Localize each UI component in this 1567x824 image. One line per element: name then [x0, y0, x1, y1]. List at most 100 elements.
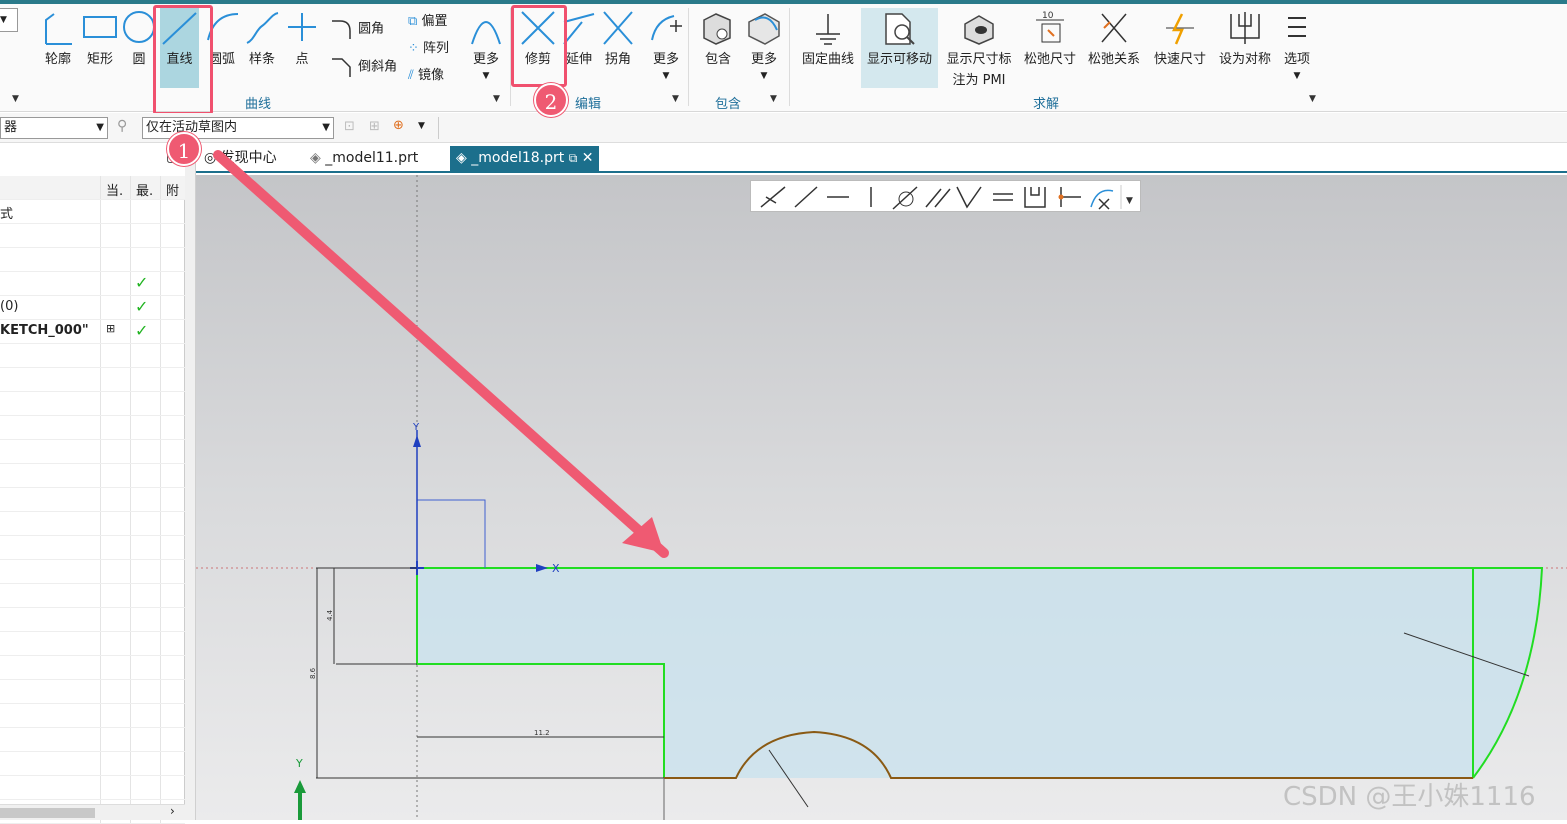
tab-model11[interactable]: ◈ _model11.prt [304, 146, 424, 171]
tree-row[interactable] [0, 464, 185, 488]
tree-row[interactable] [0, 488, 185, 512]
tree-row[interactable] [0, 632, 185, 656]
symmetric-icon[interactable] [1024, 187, 1046, 208]
more-curve-icon [471, 21, 501, 45]
set-symmetric-button[interactable]: 设为对称 [1214, 10, 1276, 67]
more-edit-button[interactable]: 更多 ▼ [648, 10, 684, 82]
divider [130, 512, 131, 535]
divider [160, 464, 161, 487]
coincident-icon[interactable] [760, 186, 786, 208]
left-panel-stub[interactable]: ▼ [0, 8, 18, 32]
tree-row[interactable] [0, 392, 185, 416]
tab-model18[interactable]: ◈ _model18.prt ⧉ ✕ [450, 146, 600, 171]
horizontal-scrollbar[interactable]: › [0, 804, 185, 820]
chevron-down-icon: ▼ [760, 71, 768, 81]
constraint-settings-icon[interactable] [1090, 189, 1114, 210]
more-include-button[interactable]: 更多 ▼ [745, 10, 783, 82]
equal-length-icon[interactable] [993, 193, 1013, 201]
type-filter-combo[interactable]: 器 ▼ [0, 117, 108, 139]
dimension-text[interactable]: 4.4 [326, 609, 334, 621]
restore-icon[interactable]: ⧉ [569, 151, 578, 165]
relax-dimension-button[interactable]: 10 松弛尺寸 [1020, 10, 1080, 67]
circle-button[interactable]: 圆 [122, 10, 156, 67]
include-group-label: 包含 [715, 97, 742, 112]
divider [160, 320, 161, 343]
tree-row[interactable] [0, 344, 185, 368]
scrollbar-thumb[interactable] [0, 808, 95, 818]
chamfer-button[interactable]: 倒斜角 [330, 55, 397, 79]
corner-button[interactable]: 拐角 [600, 10, 636, 67]
graphics-window[interactable]: Y X 4.4 8.6 11.2 Y [196, 175, 1567, 820]
tree-row[interactable] [0, 224, 185, 248]
left-group-dropdown[interactable]: ▼ [12, 94, 19, 104]
panel-splitter[interactable] [185, 143, 196, 820]
divider [160, 272, 161, 295]
offset-button[interactable]: ⧉ 偏置 [408, 10, 447, 29]
sketch-drawing[interactable]: Y X 4.4 8.6 11.2 Y [196, 175, 1567, 820]
scope-filter-combo[interactable]: 仅在活动草图内 ▼ [142, 117, 334, 139]
dimension-text[interactable]: 8.6 [309, 667, 317, 679]
chevron-right-icon[interactable]: › [170, 804, 175, 818]
tab-discovery-center[interactable]: ◎ 发现中心 [198, 146, 283, 171]
tree-row[interactable]: ✓ [0, 272, 185, 296]
edit-group-dropdown[interactable]: ▼ [672, 94, 679, 104]
column-header[interactable]: 当. [106, 180, 123, 199]
tree-row[interactable] [0, 368, 185, 392]
profile-button[interactable]: 轮廓 [40, 10, 76, 67]
selection-mode-icon[interactable]: ⊕ [393, 118, 404, 133]
quick-dimension-button[interactable]: 快速尺寸 [1150, 10, 1210, 67]
tree-row[interactable] [0, 584, 185, 608]
tree-row[interactable] [0, 704, 185, 728]
tangent-icon[interactable] [892, 186, 918, 210]
include-button[interactable]: 包含 [698, 10, 738, 67]
point-button[interactable]: 点 [285, 10, 319, 67]
divider [160, 248, 161, 271]
options-button[interactable]: 选项 ▼ [1280, 10, 1314, 82]
tree-row[interactable] [0, 680, 185, 704]
fillet-button[interactable]: 圆角 [330, 17, 384, 41]
tree-row[interactable] [0, 440, 185, 464]
part-navigator: 当. 最. 附 式 ✓ (0) ✓ KETCH_000" ⊞ ✓ › [0, 176, 185, 824]
spline-button[interactable]: 样条 [244, 10, 280, 67]
tree-row[interactable] [0, 656, 185, 680]
dimension-text[interactable]: 11.2 [534, 729, 550, 737]
tree-row[interactable]: (0) ✓ [0, 296, 185, 320]
parallel-icon[interactable] [925, 188, 951, 208]
show-movable-button[interactable]: 显示可移动 [861, 10, 938, 67]
solve-group-dropdown[interactable]: ▼ [1309, 94, 1316, 104]
column-header[interactable]: 附 [166, 180, 179, 199]
point-on-curve-icon[interactable] [794, 186, 818, 208]
tree-row[interactable] [0, 536, 185, 560]
filter-icon[interactable]: ⚲ [117, 118, 127, 134]
tree-row[interactable] [0, 608, 185, 632]
select-icon[interactable]: ⊞ [369, 119, 380, 134]
tree-row[interactable] [0, 728, 185, 752]
tree-row[interactable] [0, 752, 185, 776]
perpendicular-icon[interactable] [956, 186, 982, 209]
divider [100, 368, 101, 391]
tree-row[interactable] [0, 416, 185, 440]
tree-row[interactable]: 式 [0, 200, 185, 224]
tree-row[interactable] [0, 248, 185, 272]
rectangle-button[interactable]: 矩形 [82, 10, 118, 67]
more-curve-button[interactable]: 更多 ▼ [468, 10, 504, 82]
tree-row[interactable]: KETCH_000" ⊞ ✓ [0, 320, 185, 344]
include-group-dropdown[interactable]: ▼ [770, 94, 777, 104]
relax-relation-button[interactable]: 松弛关系 [1084, 10, 1144, 67]
column-header[interactable]: 最. [136, 180, 153, 199]
extend-button[interactable]: 延伸 [562, 10, 596, 67]
mirror-button[interactable]: ⫽ 镜像 [408, 64, 444, 83]
midpoint-icon[interactable] [1058, 187, 1082, 207]
tree-row[interactable] [0, 512, 185, 536]
curve-group-dropdown[interactable]: ▼ [493, 94, 500, 104]
show-dim-pmi-button[interactable]: 显示尺寸标 注为 PMI [942, 10, 1016, 88]
array-button[interactable]: ⁘ 阵列 [408, 37, 449, 56]
close-icon[interactable]: ✕ [582, 150, 594, 166]
chevron-down-icon[interactable]: ▼ [1126, 196, 1133, 206]
tree-row[interactable] [0, 560, 185, 584]
fix-curve-button[interactable]: 固定曲线 [798, 10, 858, 67]
chevron-down-icon[interactable]: ▼ [418, 121, 425, 131]
extend-icon [563, 13, 595, 45]
snap-icon[interactable]: ⊡ [344, 119, 355, 134]
tree-row[interactable] [0, 776, 185, 800]
